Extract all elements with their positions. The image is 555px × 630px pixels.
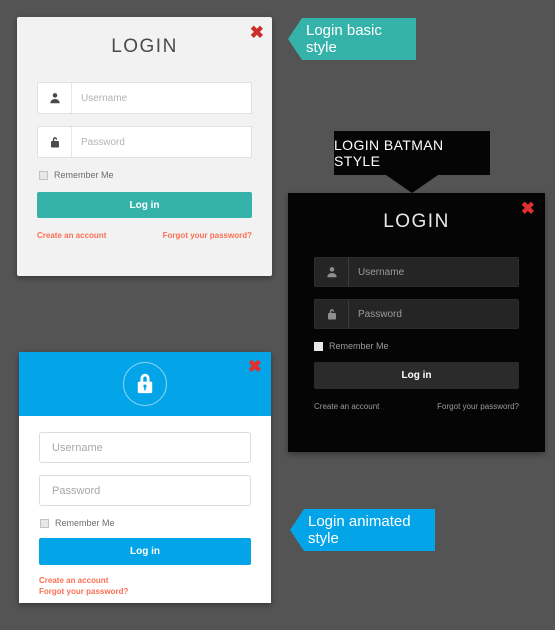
username-field-row[interactable] bbox=[314, 257, 519, 287]
footer-links: Create an account Forgot your password? bbox=[17, 231, 272, 240]
footer-links: Create an account Forgot your password? bbox=[288, 402, 545, 411]
card-header: ✖ bbox=[19, 352, 271, 416]
form-fields: Remember Me bbox=[17, 58, 272, 180]
user-icon bbox=[315, 258, 349, 286]
lock-circle-icon bbox=[123, 362, 167, 406]
forgot-password-link[interactable]: Forgot your password? bbox=[163, 231, 252, 240]
remember-me-row[interactable]: Remember Me bbox=[39, 170, 252, 180]
login-button-wrap: Log in bbox=[17, 192, 272, 218]
close-icon[interactable]: ✖ bbox=[521, 200, 535, 217]
lock-icon bbox=[315, 300, 349, 328]
remember-me-checkbox[interactable] bbox=[40, 518, 49, 528]
login-button-wrap: Log in bbox=[288, 362, 545, 389]
username-input[interactable] bbox=[39, 432, 251, 463]
label-animated-style: Login animated style bbox=[290, 509, 435, 551]
remember-me-label: Remember Me bbox=[54, 170, 114, 180]
form-fields: Remember Me Log in Create an account For… bbox=[19, 416, 271, 596]
password-field-row[interactable] bbox=[37, 126, 252, 158]
lock-icon bbox=[38, 127, 72, 157]
login-card-basic: ✖ LOGIN Username Remember Me Log in Crea… bbox=[17, 17, 272, 276]
triangle-notch-icon bbox=[386, 175, 438, 193]
label-batman-style-text: LOGIN BATMAN STYLE bbox=[334, 137, 444, 169]
remember-me-row[interactable]: Remember Me bbox=[314, 341, 545, 351]
close-icon[interactable]: ✖ bbox=[250, 24, 264, 41]
password-field-row[interactable] bbox=[314, 299, 519, 329]
label-batman-style: LOGIN BATMAN STYLE bbox=[334, 131, 490, 193]
form-fields bbox=[288, 233, 545, 329]
user-icon bbox=[38, 83, 72, 113]
page-title: LOGIN bbox=[111, 36, 178, 57]
close-icon[interactable]: ✖ bbox=[248, 358, 262, 375]
forgot-password-link[interactable]: Forgot your password? bbox=[437, 402, 519, 411]
remember-me-label: Remember Me bbox=[55, 518, 115, 528]
username-input[interactable] bbox=[349, 266, 518, 278]
password-input[interactable] bbox=[349, 308, 518, 320]
login-button[interactable]: Log in bbox=[39, 538, 251, 565]
page-title: LOGIN bbox=[383, 211, 450, 232]
forgot-password-link[interactable]: Forgot your password? bbox=[39, 587, 251, 596]
create-account-link[interactable]: Create an account bbox=[37, 231, 106, 240]
footer-links: Create an account Forgot your password? bbox=[39, 576, 251, 596]
password-input[interactable] bbox=[72, 136, 251, 148]
password-input[interactable] bbox=[39, 475, 251, 506]
login-card-animated: ✖ Remember Me Log in Create an account bbox=[19, 352, 271, 603]
remember-me-row[interactable]: Remember Me bbox=[40, 518, 251, 528]
login-card-batman: ✖ LOGIN Username Remember Me Log in Crea… bbox=[288, 193, 545, 452]
create-account-link[interactable]: Create an account bbox=[39, 576, 251, 585]
remember-me-label: Remember Me bbox=[329, 341, 389, 351]
username-field-row[interactable] bbox=[37, 82, 252, 114]
create-account-link[interactable]: Create an account bbox=[314, 402, 379, 411]
login-button[interactable]: Log in bbox=[37, 192, 252, 218]
username-input[interactable] bbox=[72, 92, 251, 104]
remember-me-checkbox[interactable] bbox=[39, 170, 48, 180]
login-button[interactable]: Log in bbox=[314, 362, 519, 389]
label-basic-style: Login basic style bbox=[288, 18, 416, 60]
remember-me-checkbox[interactable] bbox=[314, 341, 323, 351]
page-canvas: ✖ LOGIN Username Remember Me Log in Crea… bbox=[0, 0, 555, 630]
